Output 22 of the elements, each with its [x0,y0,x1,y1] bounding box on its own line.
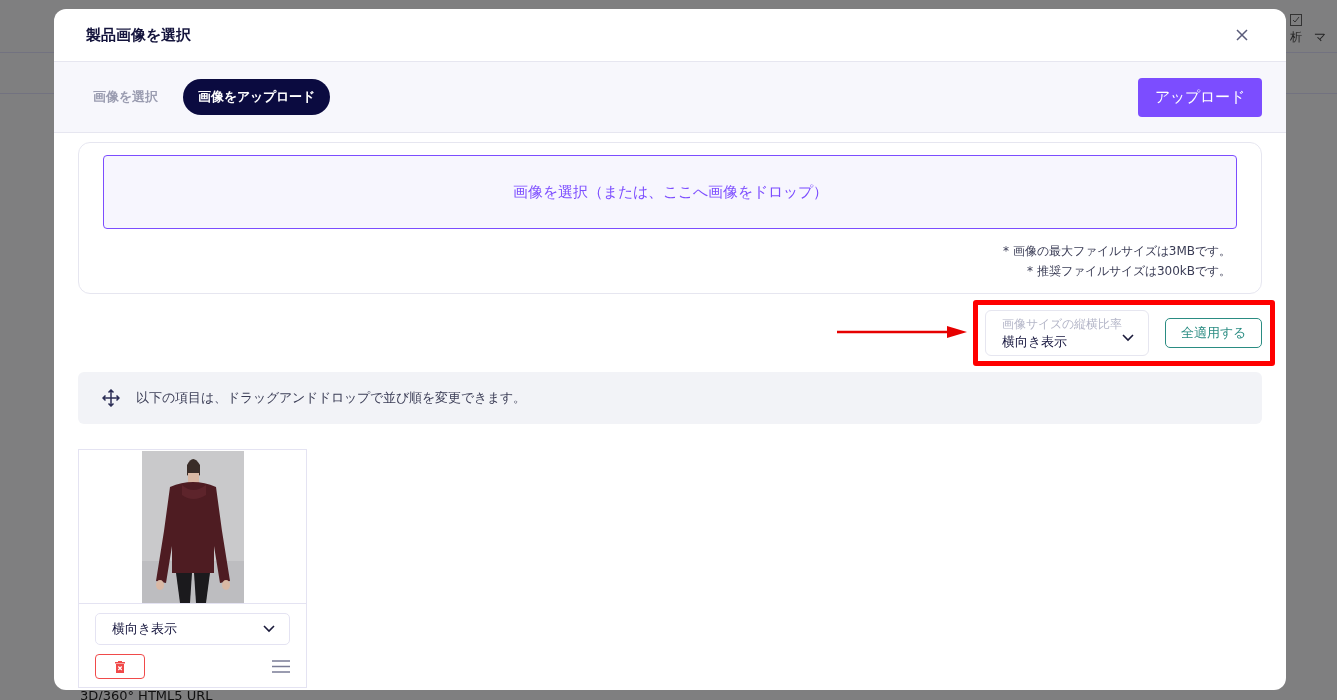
close-button[interactable] [1234,27,1250,43]
upload-button[interactable]: アップロード [1138,77,1262,117]
drag-handle-icon[interactable] [272,660,290,673]
image-card[interactable]: 横向き表示 [78,449,307,688]
nav-label[interactable]: マ [1314,29,1326,46]
dialog-title: 製品画像を選択 [86,25,191,45]
dropzone[interactable]: 画像を選択（または、ここへ画像をドロップ） [103,155,1237,229]
delete-button[interactable] [95,654,145,679]
chevron-down-icon [263,625,275,633]
aspect-select[interactable]: 画像サイズの縦横比率 横向き表示 [985,310,1149,356]
nav-label[interactable]: 析 [1290,29,1302,46]
move-icon [102,389,120,407]
trash-icon [115,660,125,673]
chevron-down-icon [1122,334,1134,342]
tab[interactable]: 画像を選択 [78,79,173,115]
hint-text: 以下の項目は、ドラッグアンドドロップで並び順を変更できます。 [136,389,526,407]
aspect-select[interactable]: 横向き表示 [95,613,290,645]
checkbox-icon [1290,14,1302,26]
tab[interactable]: 画像をアップロード [183,79,330,115]
note-text: * 画像の最大ファイルサイズは3MBです。 [1002,243,1231,260]
note-text: * 推奨ファイルサイズは300kBです。 [1027,263,1231,280]
apply-all-button[interactable]: 全適用する [1165,318,1262,348]
